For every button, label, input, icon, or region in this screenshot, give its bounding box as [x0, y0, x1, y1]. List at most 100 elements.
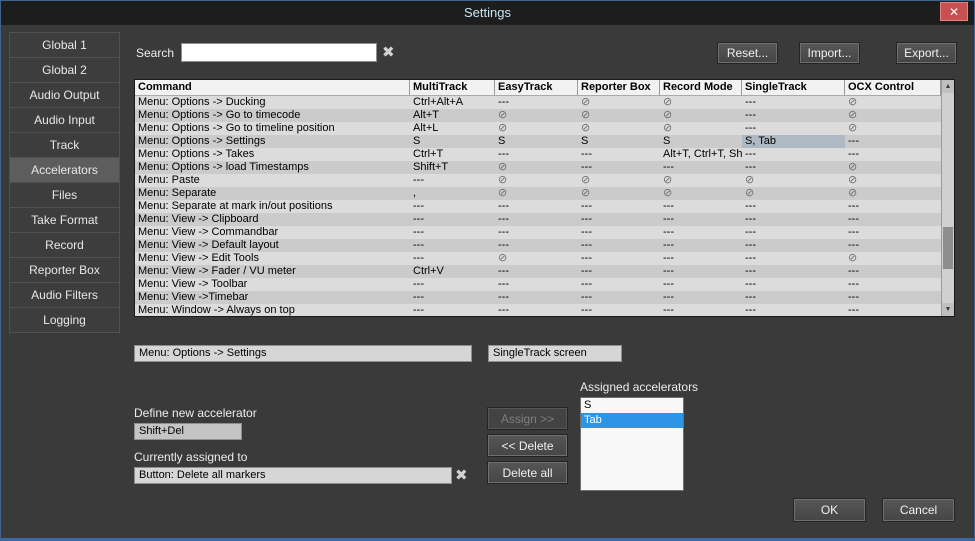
cell-ocx-control[interactable]: ⊘ — [845, 252, 941, 265]
cell-record-mode[interactable]: --- — [660, 200, 742, 213]
cell-multitrack[interactable]: Shift+T — [410, 161, 495, 174]
table-scrollbar[interactable]: ▲ ▼ — [941, 80, 954, 316]
reset-button[interactable]: Reset... — [718, 43, 777, 63]
clear-assignment-icon[interactable]: ✖ — [455, 466, 468, 485]
cell-command[interactable]: Menu: View -> Toolbar — [135, 278, 410, 291]
ok-button[interactable]: OK — [794, 499, 865, 521]
cell-singletrack[interactable]: --- — [742, 304, 845, 316]
table-row[interactable]: Menu: Options -> DuckingCtrl+Alt+A---⊘⊘-… — [135, 96, 941, 109]
cell-ocx-control[interactable]: ⊘ — [845, 161, 941, 174]
cell-singletrack[interactable]: --- — [742, 200, 845, 213]
cell-easytrack[interactable]: ⊘ — [495, 122, 578, 135]
cell-reporter-box[interactable]: ⊘ — [578, 96, 660, 109]
cell-command[interactable]: Menu: Options -> Settings — [135, 135, 410, 148]
cell-command[interactable]: Menu: Options -> Go to timecode — [135, 109, 410, 122]
cell-record-mode[interactable]: S — [660, 135, 742, 148]
cell-singletrack[interactable]: --- — [742, 278, 845, 291]
cell-command[interactable]: Menu: View -> Commandbar — [135, 226, 410, 239]
cell-singletrack[interactable]: --- — [742, 226, 845, 239]
cell-command[interactable]: Menu: Paste — [135, 174, 410, 187]
cell-reporter-box[interactable]: ⊘ — [578, 122, 660, 135]
column-header-command[interactable]: Command — [135, 80, 410, 95]
column-header-easytrack[interactable]: EasyTrack — [495, 80, 578, 95]
cell-ocx-control[interactable]: --- — [845, 239, 941, 252]
sidebar-item-record[interactable]: Record — [9, 232, 120, 258]
cell-command[interactable]: Menu: Window -> Always on top — [135, 304, 410, 316]
cell-ocx-control[interactable]: --- — [845, 213, 941, 226]
cell-multitrack[interactable]: --- — [410, 239, 495, 252]
cell-singletrack[interactable]: --- — [742, 148, 845, 161]
cell-ocx-control[interactable]: ⊘ — [845, 109, 941, 122]
sidebar-item-reporter-box[interactable]: Reporter Box — [9, 257, 120, 283]
cell-multitrack[interactable]: --- — [410, 213, 495, 226]
cell-reporter-box[interactable]: --- — [578, 161, 660, 174]
cell-command[interactable]: Menu: Options -> Takes — [135, 148, 410, 161]
cell-multitrack[interactable]: S — [410, 135, 495, 148]
cell-multitrack[interactable]: Alt+T — [410, 109, 495, 122]
table-row[interactable]: Menu: Options -> load TimestampsShift+T ⊘… — [135, 161, 941, 174]
cell-easytrack[interactable]: ⊘ — [495, 109, 578, 122]
cell-ocx-control[interactable]: --- — [845, 135, 941, 148]
cell-easytrack[interactable]: ⊘ — [495, 187, 578, 200]
cell-reporter-box[interactable]: --- — [578, 252, 660, 265]
cell-record-mode[interactable]: --- — [660, 252, 742, 265]
search-clear-icon[interactable]: ✖ — [382, 43, 395, 62]
cell-command[interactable]: Menu: Separate — [135, 187, 410, 200]
sidebar-item-global-2[interactable]: Global 2 — [9, 57, 120, 83]
cell-command[interactable]: Menu: Separate at mark in/out positions — [135, 200, 410, 213]
cell-ocx-control[interactable]: --- — [845, 278, 941, 291]
cell-reporter-box[interactable]: --- — [578, 148, 660, 161]
cell-multitrack[interactable]: Ctrl+T — [410, 148, 495, 161]
cell-singletrack[interactable]: --- — [742, 291, 845, 304]
cell-command[interactable]: Menu: Options -> load Timestamps — [135, 161, 410, 174]
cell-easytrack[interactable]: --- — [495, 213, 578, 226]
delete-all-button[interactable]: Delete all — [488, 462, 567, 483]
cell-record-mode[interactable]: ⊘ — [660, 122, 742, 135]
cell-record-mode[interactable]: ⊘ — [660, 96, 742, 109]
cell-singletrack[interactable]: --- — [742, 122, 845, 135]
scroll-up-icon[interactable]: ▲ — [942, 80, 954, 93]
cell-record-mode[interactable]: Alt+T, Ctrl+T, Shi — [660, 148, 742, 161]
cell-record-mode[interactable]: --- — [660, 291, 742, 304]
cell-record-mode[interactable]: --- — [660, 161, 742, 174]
cell-easytrack[interactable]: S — [495, 135, 578, 148]
scroll-down-icon[interactable]: ▼ — [942, 303, 954, 316]
cell-easytrack[interactable]: --- — [495, 239, 578, 252]
cell-singletrack[interactable]: --- — [742, 265, 845, 278]
table-row[interactable]: Menu: Window -> Always on top-----------… — [135, 304, 941, 316]
cell-reporter-box[interactable]: --- — [578, 265, 660, 278]
cell-ocx-control[interactable]: ⊘ — [845, 96, 941, 109]
cell-ocx-control[interactable]: --- — [845, 291, 941, 304]
export-button[interactable]: Export... — [897, 43, 956, 63]
cell-ocx-control[interactable]: --- — [845, 304, 941, 316]
cell-easytrack[interactable]: --- — [495, 200, 578, 213]
cell-reporter-box[interactable]: --- — [578, 213, 660, 226]
cell-reporter-box[interactable]: ⊘ — [578, 174, 660, 187]
cell-easytrack[interactable]: --- — [495, 304, 578, 316]
table-row[interactable]: Menu: View -> Default layout------------… — [135, 239, 941, 252]
cell-singletrack[interactable]: S, Tab — [742, 135, 845, 148]
cell-command[interactable]: Menu: Options -> Go to timeline position — [135, 122, 410, 135]
column-header-record-mode[interactable]: Record Mode — [660, 80, 742, 95]
cell-ocx-control[interactable]: ⊘ — [845, 187, 941, 200]
cell-ocx-control[interactable]: ⊘ — [845, 122, 941, 135]
new-accelerator-input[interactable]: Shift+Del — [134, 423, 242, 440]
import-button[interactable]: Import... — [800, 43, 859, 63]
close-button[interactable]: ✕ — [940, 2, 968, 21]
cell-singletrack[interactable]: --- — [742, 252, 845, 265]
cell-singletrack[interactable]: ⊘ — [742, 174, 845, 187]
table-row[interactable]: Menu: View -> Commandbar----------------… — [135, 226, 941, 239]
assigned-accelerators-list[interactable]: STab — [580, 397, 684, 491]
cell-easytrack[interactable]: --- — [495, 265, 578, 278]
cell-multitrack[interactable]: Ctrl+V — [410, 265, 495, 278]
sidebar-item-accelerators[interactable]: Accelerators — [9, 157, 120, 183]
cell-easytrack[interactable]: ⊘ — [495, 174, 578, 187]
cell-multitrack[interactable]: , — [410, 187, 495, 200]
sidebar-item-take-format[interactable]: Take Format — [9, 207, 120, 233]
table-row[interactable]: Menu: Options -> Go to timeline position… — [135, 122, 941, 135]
cell-singletrack[interactable]: ⊘ — [742, 187, 845, 200]
cell-easytrack[interactable]: --- — [495, 148, 578, 161]
cell-ocx-control[interactable]: --- — [845, 265, 941, 278]
column-header-singletrack[interactable]: SingleTrack — [742, 80, 845, 95]
table-row[interactable]: Menu: View -> Edit Tools---⊘---------⊘ — [135, 252, 941, 265]
